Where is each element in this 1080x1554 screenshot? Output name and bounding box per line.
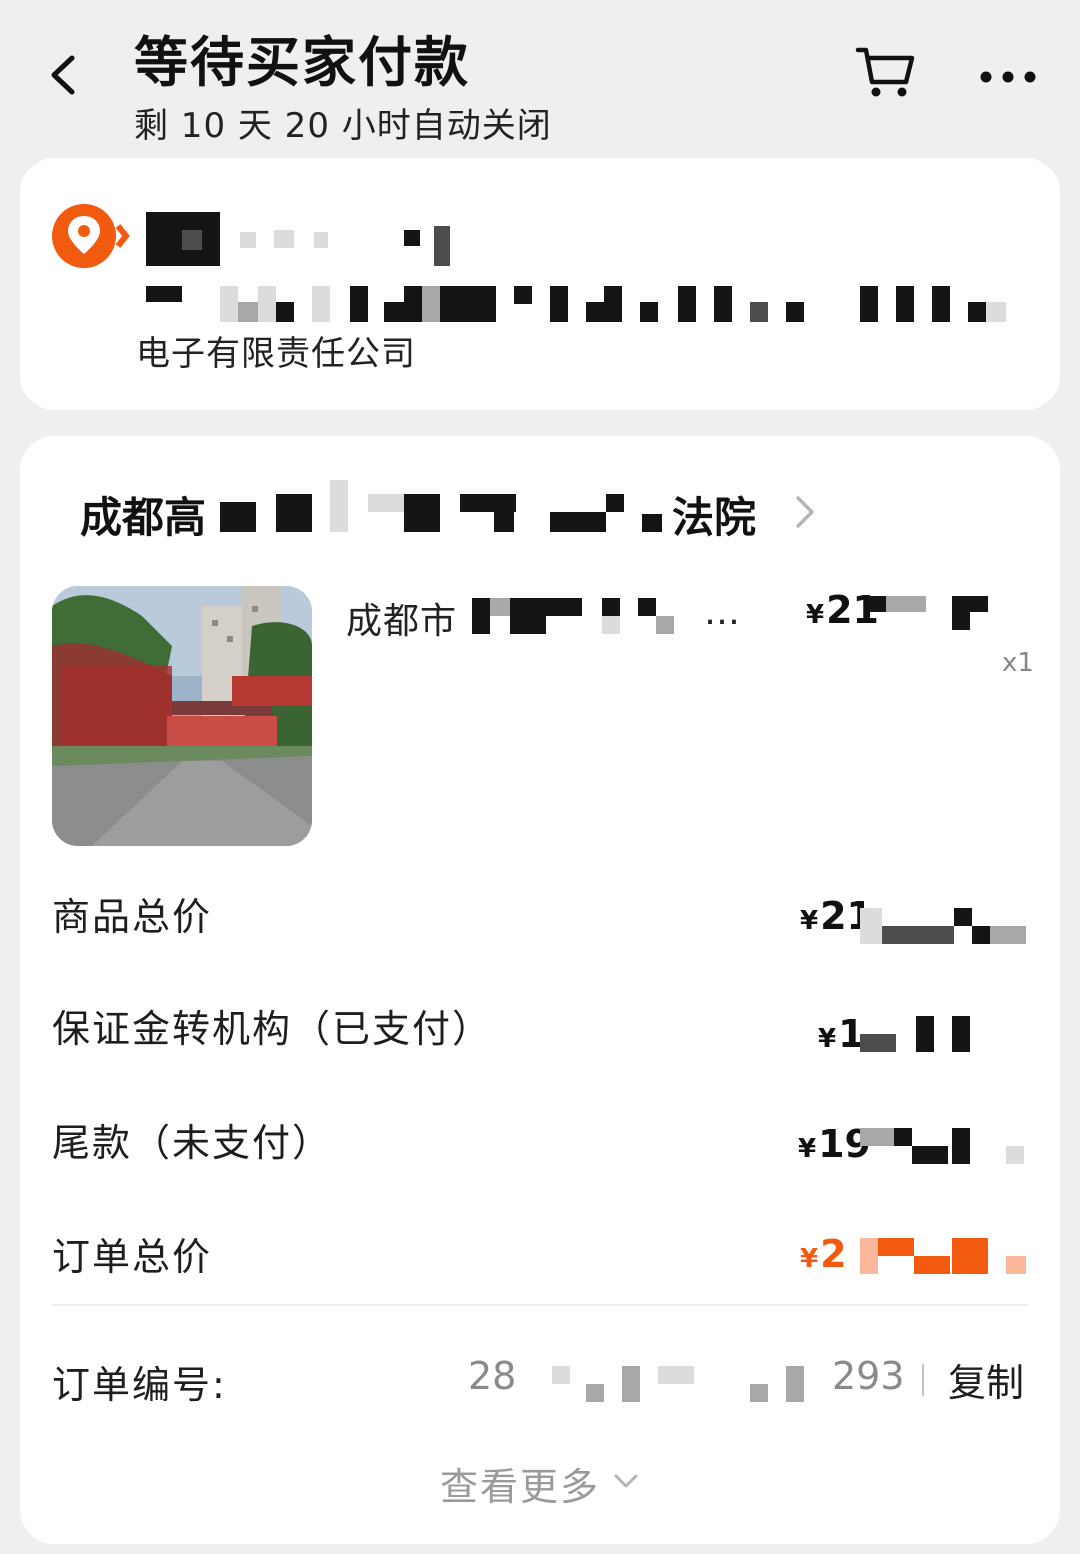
deposit-value: ¥1 — [818, 1012, 865, 1056]
chevron-down-icon — [614, 1474, 638, 1488]
more-options-button[interactable] — [976, 60, 1040, 94]
product-title: 成都市 — [346, 601, 458, 642]
cart-icon — [855, 47, 915, 97]
product-title-ellipsis: … — [704, 592, 740, 633]
product-image[interactable] — [52, 586, 312, 846]
cart-button[interactable] — [852, 40, 918, 106]
back-arrow-icon — [51, 55, 75, 95]
shipping-address-card[interactable]: 电子有限责任公司 — [20, 158, 1060, 410]
product-quantity: x1 — [1002, 648, 1034, 678]
divider — [52, 1304, 1028, 1306]
page-title: 等待买家付款 — [134, 31, 470, 94]
goods-total-label: 商品总价 — [52, 895, 213, 939]
order-number-label: 订单编号: — [52, 1363, 227, 1407]
view-more-button[interactable]: 查看更多 — [440, 1454, 660, 1509]
auto-close-countdown: 剩 10 天 20 小时自动关闭 — [134, 106, 552, 146]
shop-name-suffix: 法院 — [672, 493, 757, 542]
back-button[interactable] — [44, 52, 88, 98]
shop-link[interactable]: 成都高 法院 — [80, 480, 840, 542]
location-pin-icon — [52, 202, 134, 272]
currency-symbol: ¥ — [800, 906, 819, 936]
currency-symbol: ¥ — [818, 1024, 837, 1054]
separator — [922, 1364, 924, 1396]
price-digits: 2 — [820, 1232, 847, 1276]
balance-label: 尾款（未支付） — [52, 1121, 333, 1165]
order-number-start: 28 — [468, 1354, 517, 1398]
view-more-label: 查看更多 — [440, 1465, 601, 1509]
chevron-right-icon — [796, 496, 814, 528]
order-total-value: ¥2 — [800, 1232, 847, 1276]
address-company: 电子有限责任公司 — [136, 334, 416, 374]
order-total-label: 订单总价 — [52, 1235, 213, 1279]
order-detail-card: 成都高 法院 成都市 … ¥21 x1 商品总价 ¥21 保证金转机构（已支付）… — [20, 436, 1060, 1544]
shop-name-prefix: 成都高 — [80, 493, 207, 542]
currency-symbol: ¥ — [800, 1244, 819, 1274]
currency-symbol: ¥ — [806, 600, 825, 630]
copy-order-number-button[interactable]: 复制 — [948, 1352, 1024, 1407]
currency-symbol: ¥ — [798, 1134, 817, 1164]
top-bar: 等待买家付款 剩 10 天 20 小时自动关闭 — [0, 0, 1080, 150]
deposit-label: 保证金转机构（已支付） — [52, 1007, 493, 1051]
order-number-end: 293 — [832, 1354, 905, 1398]
more-dots-icon — [980, 71, 1036, 83]
